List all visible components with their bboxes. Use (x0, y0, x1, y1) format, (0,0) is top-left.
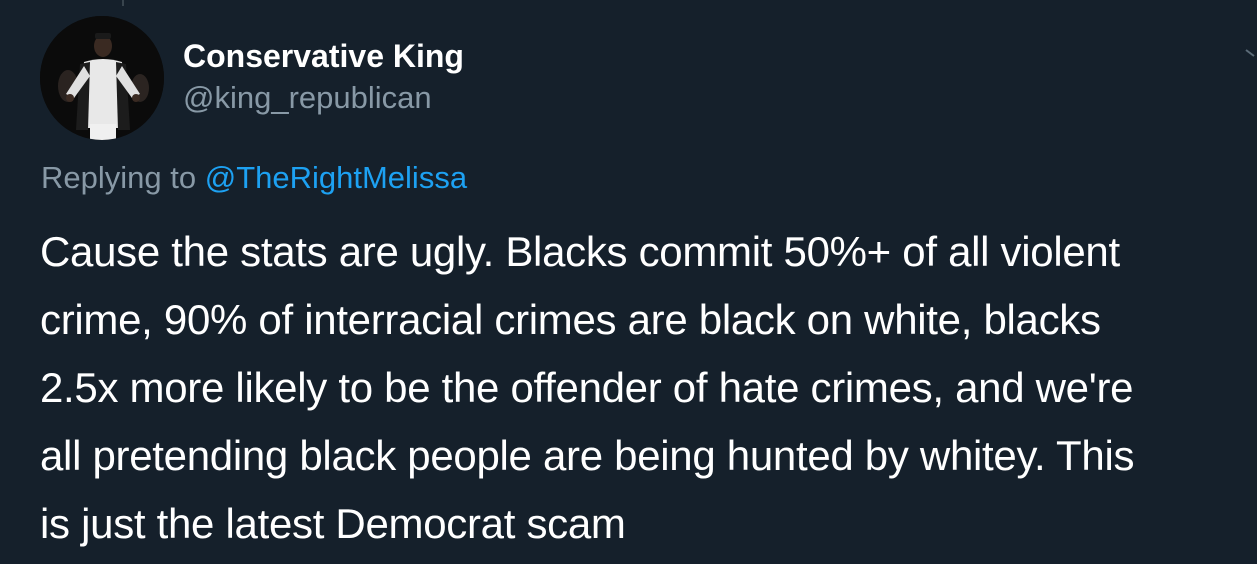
author-handle[interactable]: @king_republican (183, 80, 432, 116)
tweet-text-line: 2.5x more likely to be the offender of h… (40, 364, 1134, 411)
tweet-text-line: is just the latest Democrat scam (40, 500, 626, 547)
avatar[interactable] (40, 16, 164, 140)
author-display-name[interactable]: Conservative King (183, 38, 464, 75)
reply-context: Replying to @TheRightMelissa (41, 160, 467, 196)
thread-connector-line (122, 0, 124, 6)
tweet-text-line: crime, 90% of interracial crimes are bla… (40, 296, 1101, 343)
profile-photo-icon (40, 16, 164, 140)
tweet-card: Conservative King @king_republican Reply… (0, 0, 1257, 564)
reply-prefix: Replying to (41, 160, 197, 195)
tweet-text-line: all pretending black people are being hu… (40, 432, 1135, 479)
chevron-down-icon[interactable] (1245, 48, 1257, 62)
reply-mention-link[interactable]: @TheRightMelissa (205, 160, 467, 195)
tweet-text: Cause the stats are ugly. Blacks commit … (40, 218, 1240, 558)
tweet-text-line: Cause the stats are ugly. Blacks commit … (40, 228, 1120, 275)
